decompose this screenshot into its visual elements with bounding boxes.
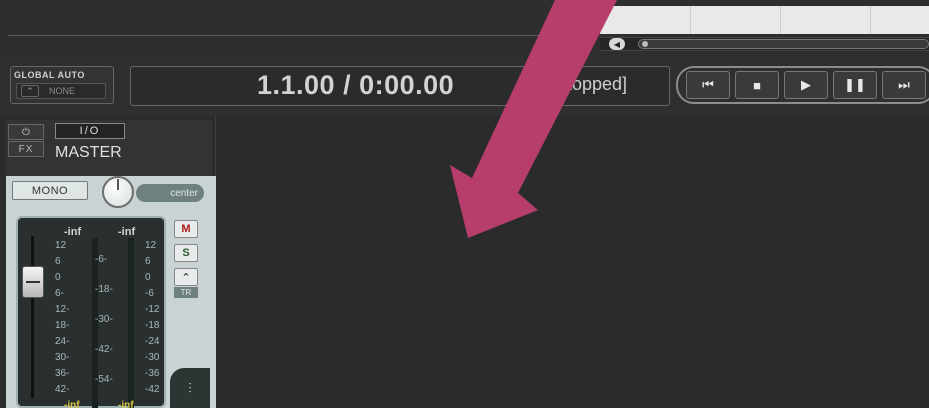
mono-button[interactable]: MONO [12,181,88,200]
play-button[interactable]: ▶ [784,71,828,99]
scroll-left-icon[interactable]: ◀ [609,38,625,50]
scale-right-tick: 12 [145,240,157,251]
scale-left-tick: 12 [55,240,67,251]
scale-left-tick: 24- [55,336,70,347]
volume-fader-track[interactable] [31,236,34,398]
scale-left-tick: 18- [55,320,70,331]
pause-icon: ❚❚ [844,77,866,92]
scale-mid-tick: -54- [95,374,113,385]
scale-right-tick: -24 [145,336,160,347]
go-to-end-button[interactable]: ⏭ [882,71,926,99]
routing-button[interactable]: ⫶ [170,368,210,408]
bottom-right-readout: -inf [118,400,134,408]
time-position: 1.1.00 / 0:00.00 [257,70,455,100]
pan-knob[interactable] [102,176,134,208]
scale-mid-tick: -18- [95,284,113,295]
global-auto-mode-label: NONE [49,86,76,96]
scroll-thumb[interactable] [638,39,929,49]
play-state: [Stopped] [550,74,628,94]
scale-right-tick: -30 [145,352,160,363]
pan-value: center [136,184,204,202]
timeline-ruler[interactable] [600,6,929,34]
stop-button[interactable]: ■ [735,71,779,99]
master-fx-button[interactable]: FX [8,141,44,157]
peak-right[interactable]: -inf [118,226,135,238]
scale-left-tick: 42- [55,384,70,395]
scale-left-tick: 0 [55,272,61,283]
mute-button[interactable]: M [174,220,198,238]
scale-mid-tick: -6- [95,254,108,265]
scale-mid-tick: -30- [95,314,113,325]
global-auto-label: GLOBAL AUTO [14,70,85,80]
play-icon: ▶ [801,77,811,92]
scale-mid-tick: -42- [95,344,113,355]
track-routing-label: TR [174,287,198,298]
track-divider [8,35,598,36]
master-io-button[interactable]: I/O [55,123,125,139]
skip-back-icon: ⏮ [702,77,714,92]
meter-panel [16,216,166,408]
pause-button[interactable]: ❚❚ [833,71,877,99]
scale-right-tick: -18 [145,320,160,331]
stop-icon: ■ [753,77,761,93]
power-icon: ⏻ [22,126,30,138]
mixer-sliders-icon: ⫶ [188,379,192,396]
skip-forward-icon: ⏭ [898,77,910,92]
arm-button[interactable]: ⌃ [174,268,198,286]
caret-up-icon: ⌃ [21,85,39,97]
global-auto-mode[interactable]: ⌃ NONE [16,83,106,99]
scale-right-tick: -42 [145,384,160,395]
solo-button[interactable]: S [174,244,198,262]
master-power-button[interactable]: ⏻ [8,124,44,140]
scale-right-tick: -36 [145,368,160,379]
go-to-start-button[interactable]: ⏮ [686,71,730,99]
scale-right-tick: 6 [145,256,151,267]
scale-right-tick: -6 [145,288,154,299]
caret-up-icon: ⌃ [181,271,191,284]
scale-left-tick: 36- [55,368,70,379]
peak-left[interactable]: -inf [64,226,81,238]
scale-right-tick: -12 [145,304,160,315]
scale-left-tick: 6 [55,256,61,267]
scale-left-tick: 12- [55,304,70,315]
volume-fader-handle[interactable] [22,266,44,298]
scale-right-tick: 0 [145,272,151,283]
right-meter-bar [128,238,134,408]
bottom-left-readout: -inf [64,400,80,408]
scale-left-tick: 30- [55,352,70,363]
master-track-name: MASTER [55,144,122,161]
scale-left-tick: 6- [55,288,64,299]
